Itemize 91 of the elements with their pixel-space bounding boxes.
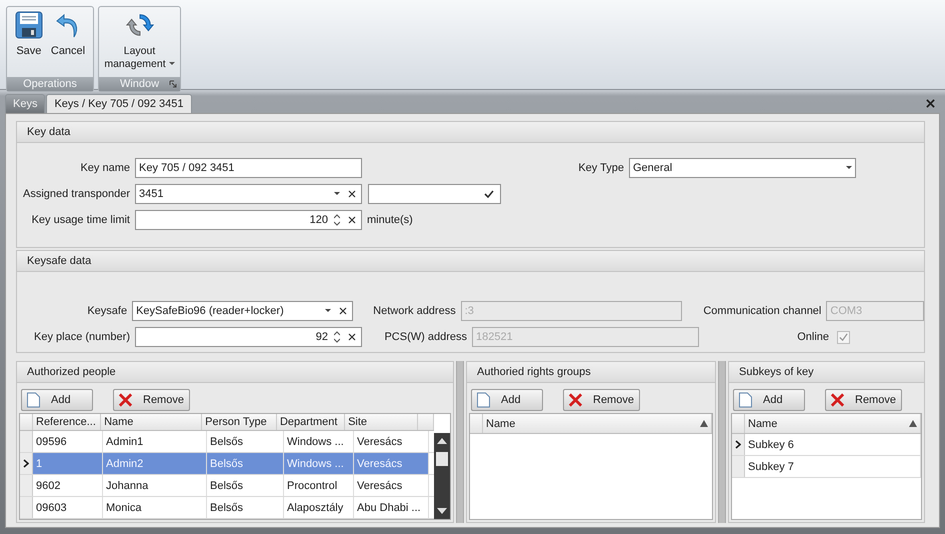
table-cell: Johanna [103,475,207,496]
cross-icon [830,392,845,408]
sort-arrow-icon [700,420,708,427]
section-title: Authorized people [27,366,116,378]
scroll-thumb[interactable] [436,452,448,466]
field-label: Network address [372,305,456,317]
spin-field[interactable]: 92 [135,327,362,347]
column-header[interactable]: Person Type [202,414,277,430]
group-label: Window [120,78,160,90]
table-cell: Admin2 [103,453,207,474]
spin-field[interactable]: 120 [135,210,362,230]
current-row-icon [735,440,741,449]
ribbon-button[interactable]: Save [12,11,45,77]
add-button[interactable]: Add [733,389,805,411]
scroll-up-icon[interactable] [437,438,447,444]
section-title: Key data [27,126,70,138]
table-cell: 09596 [33,431,103,452]
dropdown-arrow-icon [168,62,175,66]
column-header[interactable]: Reference... [33,414,102,430]
field-label: PCS(W) address [383,331,467,343]
cross-icon [118,392,133,408]
table-cell: Windows ... [284,431,354,452]
clear-icon[interactable] [348,190,356,198]
ribbon-button[interactable]: Cancel [48,11,88,77]
tab[interactable]: Keys / Key 705 / 092 3451 [46,94,192,113]
table-cell: 1 [33,453,103,474]
row-indicator[interactable] [732,434,745,455]
table-cell: 09603 [33,497,103,518]
remove-button[interactable]: Remove [563,389,640,411]
column-header[interactable]: Name [101,414,202,430]
add-button[interactable]: Add [471,389,543,411]
table-cell: Veresács [354,431,429,452]
table-cell: Veresács [354,453,429,474]
remove-button[interactable]: Remove [825,389,902,411]
section-title: Authoried rights groups [477,366,591,378]
section-title: Keysafe data [27,255,92,267]
text-field[interactable]: Key 705 / 092 3451 [135,158,362,178]
column-header[interactable]: Site [345,414,418,430]
field-label: Keysafe [86,305,128,317]
sort-arrow-icon [909,420,917,427]
table-cell: Monica [103,497,207,518]
clear-icon[interactable] [348,333,356,341]
table-cell: Windows ... [284,453,354,474]
section-title: Subkeys of key [739,366,814,378]
document-icon [738,392,753,408]
remove-button[interactable]: Remove [113,389,190,411]
table-cell: Belsős [207,497,284,518]
column-header[interactable]: Department [276,414,346,430]
dropdown-field[interactable] [368,184,501,204]
field-label: Key place (number) [33,331,130,343]
field-label: Key name [79,162,130,174]
table-cell: Belsős [207,475,284,496]
field-label: Communication channel [702,305,822,317]
add-button[interactable]: Add [21,389,93,411]
dropdown-arrow-icon [334,192,340,196]
table-cell: Veresács [354,475,429,496]
row-indicator[interactable] [20,453,33,474]
scroll-down-icon[interactable] [437,508,447,514]
clear-icon[interactable] [339,307,348,315]
dropdown-arrow-icon [846,166,852,170]
table-cell: Abu Dhabi ... [354,497,429,518]
field-label: Assigned transponder [22,188,130,200]
table-cell: Subkey 6 [745,434,921,455]
document-icon [476,392,491,408]
ribbon-button[interactable]: Layout management [99,11,180,77]
dropdown-field[interactable]: KeySafeBio96 (reader+locker) [132,301,354,321]
table-cell: Belsős [207,453,284,474]
dropdown-field[interactable]: General [629,158,856,178]
dropdown-arrow-icon [325,309,332,313]
field-label: Key usage time limit [30,214,130,226]
table-cell: 9602 [33,475,103,496]
unit-label: minute(s) [367,214,413,226]
group-label: Operations [23,78,77,90]
spin-arrows-icon[interactable] [334,214,340,226]
checkmark-icon [484,190,494,198]
dropdown-field[interactable]: 3451 [135,184,362,204]
spin-arrows-icon[interactable] [334,331,340,343]
scrollbar[interactable] [434,433,450,519]
field-label: Online [796,331,829,343]
close-icon[interactable] [926,99,935,108]
table-cell: Admin1 [103,431,207,452]
table-cell: Subkey 7 [745,456,921,477]
clear-icon[interactable] [348,216,356,224]
current-row-icon [23,459,29,468]
table-cell: Belsős [207,431,284,452]
cross-icon [568,392,583,408]
dialog-launcher-icon[interactable] [169,80,177,88]
table-cell: Procontrol [284,475,354,496]
document-icon [26,392,41,408]
table-cell: Alaposztály [284,497,354,518]
field-label: Key Type [577,162,624,174]
